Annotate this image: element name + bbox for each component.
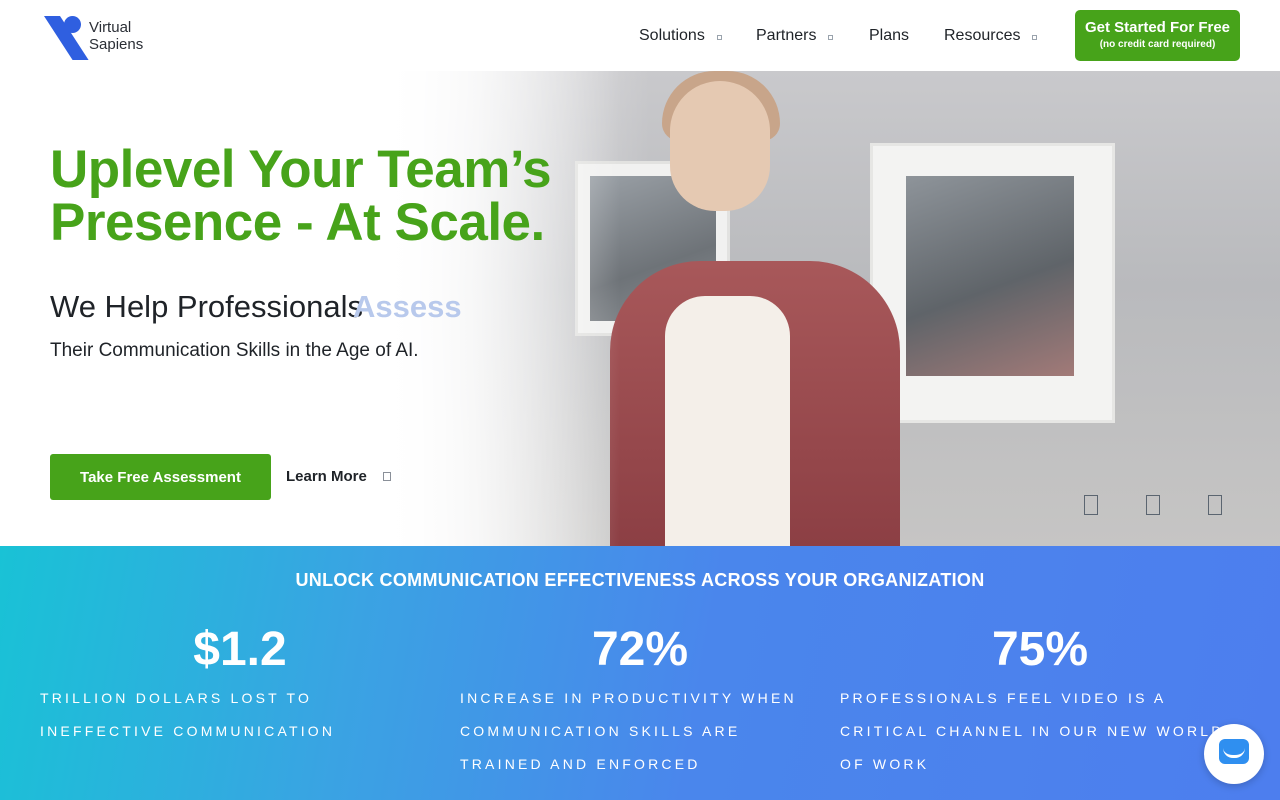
stat-label: TRILLION DOLLARS LOST TO INEFFECTIVE COM… — [40, 690, 336, 739]
logo-text: Virtual Sapiens — [89, 19, 144, 53]
stat-item: 72% INCREASE IN PRODUCTIVITY WHEN COMMUN… — [460, 622, 820, 781]
chevron-down-icon — [828, 34, 834, 40]
chat-bubble-icon — [1219, 739, 1249, 764]
chevron-down-icon — [1032, 34, 1038, 40]
presenter-head — [670, 81, 770, 211]
arrow-right-icon — [382, 472, 391, 481]
nav-resources[interactable]: Resources — [944, 26, 1038, 46]
logo-mark-icon — [40, 16, 89, 60]
stats-heading: UNLOCK COMMUNICATION EFFECTIVENESS ACROS… — [295, 570, 985, 590]
presenter-shirt — [665, 296, 790, 546]
get-started-sublabel: (no credit card required) — [1099, 39, 1216, 50]
nav-plans[interactable]: Plans — [869, 26, 909, 46]
stat-item: 75% PROFESSIONALS FEEL VIDEO IS A CRITIC… — [840, 622, 1240, 781]
get-started-button[interactable]: Get Started For Free (no credit card req… — [1075, 10, 1240, 61]
wall-frame-right — [870, 143, 1115, 423]
prev-icon[interactable] — [1084, 495, 1098, 515]
site-header: Virtual Sapiens Solutions Partners Plans… — [0, 0, 1280, 71]
hero-rotating-word: Assess — [353, 289, 462, 324]
nav-partners[interactable]: Partners — [756, 26, 834, 46]
stat-value: 72% — [591, 623, 689, 676]
nav-plans-label: Plans — [869, 27, 910, 44]
stats-section: UNLOCK COMMUNICATION EFFECTIVENESS ACROS… — [0, 546, 1280, 800]
hero-subtitle: We Help ProfessionalsAssess — [50, 289, 462, 325]
hero-subtitle-text: We Help Professionals — [50, 289, 364, 324]
next-icon[interactable] — [1208, 495, 1222, 515]
stat-item: $1.2 TRILLION DOLLARS LOST TO INEFFECTIV… — [40, 622, 440, 748]
learn-more-label: Learn More — [286, 468, 367, 485]
nav-solutions-label: Solutions — [639, 27, 705, 44]
nav-partners-label: Partners — [756, 27, 817, 44]
pause-icon[interactable] — [1146, 495, 1160, 515]
stat-value: 75% — [991, 623, 1089, 676]
stat-value: $1.2 — [193, 623, 287, 676]
take-free-assessment-button[interactable]: Take Free Assessment — [50, 454, 271, 500]
take-free-assessment-label: Take Free Assessment — [80, 468, 241, 486]
hero-title: Uplevel Your Team’s Presence - At Scale. — [50, 143, 610, 249]
nav-solutions[interactable]: Solutions — [639, 26, 722, 46]
nav-resources-label: Resources — [944, 27, 1021, 44]
virtual-sapiens-logo[interactable]: Virtual Sapiens — [40, 16, 160, 60]
hero-title-line2: Presence - At Scale. — [50, 193, 545, 252]
hero-section: Uplevel Your Team’s Presence - At Scale.… — [0, 71, 1280, 546]
get-started-label: Get Started For Free — [1084, 19, 1231, 36]
hero-title-line1: Uplevel Your Team’s — [50, 140, 552, 199]
chat-widget-button[interactable] — [1204, 724, 1264, 784]
stat-label: PROFESSIONALS FEEL VIDEO IS A CRITICAL C… — [840, 690, 1225, 772]
learn-more-link[interactable]: Learn More — [286, 468, 391, 485]
hero-description: Their Communication Skills in the Age of… — [50, 340, 419, 361]
stat-label: INCREASE IN PRODUCTIVITY WHEN COMMUNICAT… — [460, 690, 797, 772]
chevron-down-icon — [716, 34, 722, 40]
